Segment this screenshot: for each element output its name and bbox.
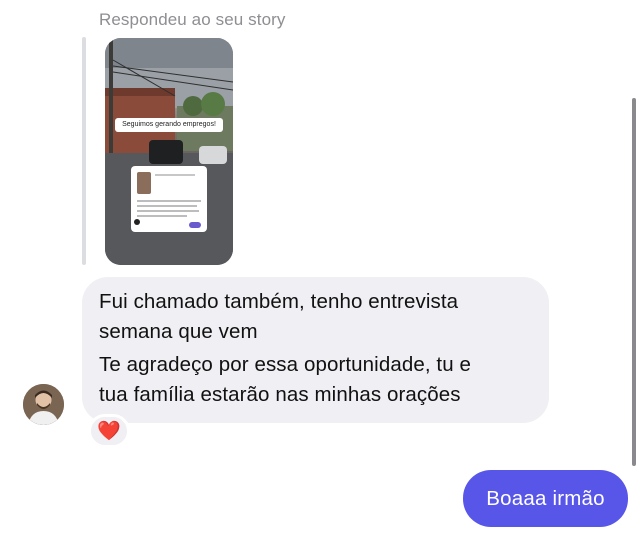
story-thumbnail[interactable]: Seguimos gerando empregos!: [105, 38, 233, 265]
avatar-image: [23, 384, 64, 425]
avatar[interactable]: [23, 384, 64, 425]
message-line-3: Te agradeço por essa oportunidade, tu e: [99, 353, 472, 376]
heart-reaction-icon[interactable]: ❤️: [88, 414, 130, 448]
story-banner-text: Seguimos gerando empregos!: [115, 118, 223, 132]
story-card-graphic: [134, 172, 201, 228]
chat-thread: Respondeu ao seu story Seguimos gerando …: [0, 0, 640, 535]
message-line-1: Fui chamado também, tenho entrevista: [99, 290, 459, 313]
sent-message-text: Boaaa irmão: [486, 486, 605, 510]
message-line-2: semana que vem: [99, 320, 258, 343]
story-quote-bar: [82, 37, 86, 265]
story-reply-caption: Respondeu ao seu story: [99, 10, 286, 29]
story-embedded-card: [131, 166, 207, 232]
message-line-4: tua família estarão nas minhas orações: [99, 383, 461, 406]
sent-message-bubble[interactable]: Boaaa irmão: [463, 470, 628, 527]
scrollbar[interactable]: [632, 98, 636, 466]
